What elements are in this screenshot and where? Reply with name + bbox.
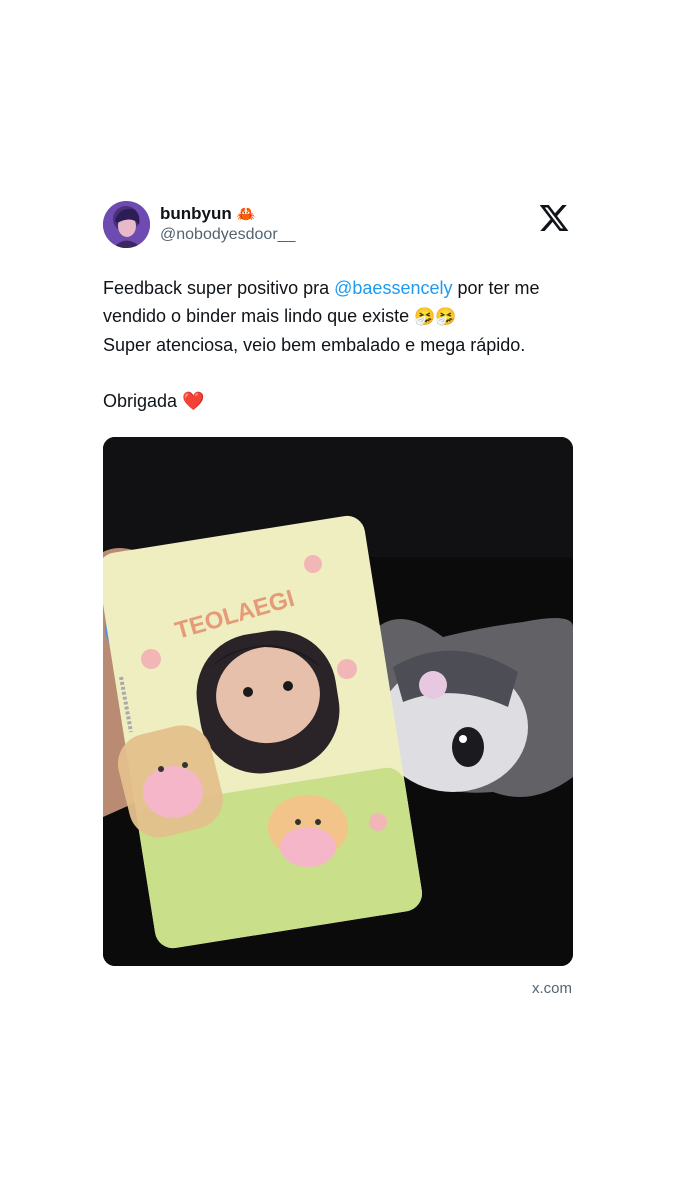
tweet-line-3: Super atenciosa, veio bem embalado e meg…	[103, 335, 526, 355]
text-segment: Feedback super positivo pra	[103, 278, 335, 298]
tweet-photo[interactable]: TEOLAEGI	[103, 437, 573, 966]
crab-icon: 🦀	[236, 205, 256, 223]
source-link[interactable]: x.com	[532, 980, 572, 997]
sneezing-face-icon: 🤧🤧	[414, 307, 457, 326]
tweet-header: bunbyun 🦀 @nobodyesdoor__	[103, 198, 573, 254]
x-logo-icon[interactable]	[538, 202, 570, 234]
tweet-text: Feedback super positivo pra @baessencely…	[103, 274, 573, 415]
tweet-card: bunbyun 🦀 @nobodyesdoor__ Feedback super…	[103, 198, 573, 966]
tweet-line-1: Feedback super positivo pra @baessencely…	[103, 274, 573, 302]
tweet-line-4: Obrigada ❤️	[103, 387, 573, 415]
author-names: bunbyun 🦀 @nobodyesdoor__	[160, 204, 295, 245]
text-segment: Obrigada	[103, 391, 183, 411]
text-segment: vendido o binder mais lindo que existe	[103, 306, 415, 326]
avatar-image	[103, 201, 150, 248]
tweet-line-2: vendido o binder mais lindo que existe 🤧…	[103, 302, 573, 331]
photo-image: TEOLAEGI	[103, 437, 573, 966]
avatar[interactable]	[103, 201, 150, 248]
heart-icon: ❤️	[182, 391, 205, 411]
display-name-text: bunbyun	[160, 204, 232, 223]
kuromi-pouch	[377, 618, 573, 797]
display-name[interactable]: bunbyun 🦀	[160, 204, 295, 224]
mention-link[interactable]: @baessencely	[334, 278, 452, 298]
text-segment: por ter me	[452, 278, 540, 298]
user-handle[interactable]: @nobodyesdoor__	[160, 225, 295, 245]
